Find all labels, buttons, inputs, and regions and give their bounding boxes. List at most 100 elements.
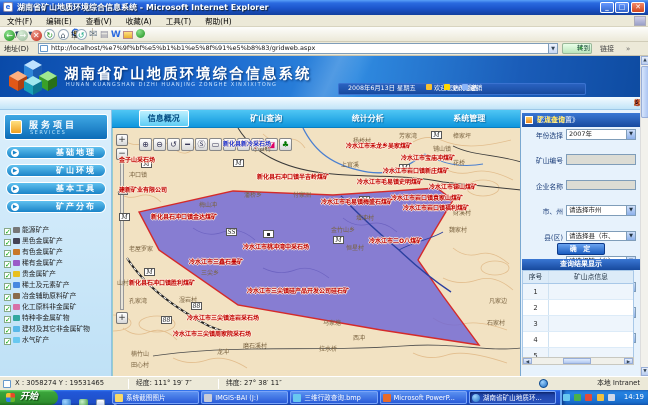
mine-marker[interactable]: SS: [226, 228, 237, 236]
layer-row[interactable]: ✓建材及其它非金属矿物: [4, 317, 110, 327]
start-button[interactable]: 开始: [0, 390, 58, 405]
refresh-button[interactable]: ↻: [44, 28, 55, 41]
nav-tab[interactable]: 系统管理: [445, 111, 493, 126]
logout-link[interactable]: 注销: [458, 84, 474, 94]
back-button[interactable]: ← 后退 ▼: [4, 28, 15, 41]
address-input[interactable]: http://localhost/%e7%9f%bf%e5%b1%b1%e5%8…: [38, 43, 558, 54]
nav-tab[interactable]: 信息概况: [139, 110, 189, 127]
mine-marker[interactable]: M: [144, 268, 155, 276]
map-tool-button[interactable]: ⊕: [139, 138, 152, 151]
forward-button[interactable]: → ▼: [17, 28, 28, 41]
mine-label[interactable]: 冷水江市三鑫石墨矿: [189, 257, 243, 266]
tray-network-icon[interactable]: [563, 394, 570, 401]
sidebar-category-button[interactable]: ▶ 基础地理: [6, 146, 106, 159]
print-button[interactable]: ▤: [100, 28, 109, 41]
dropdown-arrow-icon[interactable]: ▼: [626, 130, 635, 139]
map-tool-button[interactable]: ♣: [279, 138, 292, 151]
mine-label[interactable]: 冷水江市二O八煤矿: [369, 236, 422, 245]
quick-launch-desktop-icon[interactable]: [96, 399, 105, 405]
layer-row[interactable]: ✓水气矿产: [4, 328, 110, 338]
mine-label[interactable]: 新化县新冷采石场: [223, 139, 271, 148]
mine-marker[interactable]: M: [431, 131, 442, 139]
field-control[interactable]: ▼: [566, 180, 636, 191]
scroll-right-arrow[interactable]: ▶: [624, 358, 633, 364]
layer-row[interactable]: ✓有色金属矿产: [4, 240, 110, 250]
table-row[interactable]: 2: [523, 300, 633, 316]
vertical-scroll-thumb[interactable]: [641, 66, 648, 118]
mine-marker[interactable]: 88: [161, 316, 172, 324]
tray-antivirus-icon[interactable]: [574, 394, 581, 401]
folders-button[interactable]: [123, 28, 133, 41]
dropdown-arrow-icon[interactable]: ▼: [626, 206, 635, 215]
layer-row[interactable]: ✓特种非金属矿物: [4, 306, 110, 316]
table-row[interactable]: 1: [523, 284, 633, 300]
mine-label[interactable]: 冷水江市三尖镇硅产品开发公司硅石矿: [247, 286, 349, 295]
confirm-button[interactable]: 确 定: [557, 243, 605, 255]
mine-label[interactable]: 金子山采石场: [119, 155, 155, 164]
minimize-button[interactable]: _: [600, 2, 614, 13]
layer-row[interactable]: ✓化工原料非金属矿: [4, 295, 110, 305]
layer-row[interactable]: ✓稀土及元素矿产: [4, 273, 110, 283]
sidebar-category-button[interactable]: ▶ 基本工具: [6, 182, 106, 195]
history-button[interactable]: ↺: [76, 28, 87, 41]
address-dropdown-button[interactable]: ▼: [548, 43, 558, 54]
mine-label[interactable]: 新化县石冲口镇金达煤矿: [151, 212, 217, 221]
mine-marker[interactable]: M: [119, 213, 130, 221]
mine-label[interactable]: 冷水江市岩口镇福利煤矿: [403, 203, 469, 212]
mine-marker[interactable]: M: [233, 159, 244, 167]
mine-label[interactable]: 冷水江市岩口镇袁家山煤矿: [391, 193, 463, 202]
mine-label[interactable]: 冷水江市岩口镇新庄煤矿: [383, 166, 449, 175]
field-control[interactable]: 请选择县（市、 ▼: [566, 231, 636, 242]
taskbar-task-button[interactable]: 三维行政查询.bmp: [290, 391, 377, 404]
mine-label[interactable]: 冷水江市毛易镇史明煤矿: [357, 177, 423, 186]
map-tool-button[interactable]: Ⓢ: [195, 138, 208, 151]
links-label[interactable]: 链接: [600, 42, 614, 56]
sidebar-category-button[interactable]: ▶ 矿产分布: [6, 200, 106, 213]
field-control[interactable]: ▼: [566, 154, 636, 165]
scroll-up-arrow[interactable]: ▲: [641, 56, 648, 65]
nav-tab[interactable]: 统计分析: [344, 111, 392, 126]
layer-row[interactable]: ✓冶金辅助原料矿产: [4, 284, 110, 294]
zoom-in-bottom-button[interactable]: +: [116, 312, 128, 324]
map-tool-button[interactable]: ▭: [209, 138, 222, 151]
nav-tab[interactable]: 矿山查询: [242, 111, 290, 126]
map-tool-button[interactable]: ⊖: [153, 138, 166, 151]
dropdown-arrow-icon[interactable]: ▼: [626, 232, 635, 241]
taskbar-task-button[interactable]: 湖南省矿山地质环...: [469, 391, 556, 404]
layer-row[interactable]: ✓稀有金属矿产: [4, 251, 110, 261]
tray-display-icon[interactable]: [608, 394, 615, 401]
mine-label[interactable]: 新化县石冲口镇胜利煤矿: [129, 278, 195, 287]
table-row[interactable]: 3: [523, 316, 633, 332]
messenger-button[interactable]: [136, 28, 145, 41]
mine-label[interactable]: 冷水江市锑山煤矿: [429, 182, 477, 191]
mine-label[interactable]: 冷水江市禾龙乡吴家煤矿: [346, 141, 412, 150]
mine-marker[interactable]: ▪: [263, 230, 274, 238]
field-control[interactable]: 2007年 ▼: [566, 129, 636, 140]
tray-security-icon[interactable]: [585, 394, 592, 401]
change-password-link[interactable]: 更改密码: [440, 84, 456, 94]
mine-label[interactable]: 冷水江市三尖镇连岩采石场: [187, 313, 259, 322]
mine-label[interactable]: 冷水江市宝庙冲煤矿: [401, 153, 455, 162]
close-button[interactable]: ✕: [631, 2, 645, 13]
zoom-in-button[interactable]: +: [116, 134, 128, 146]
layer-row[interactable]: ✓贵金属矿产: [4, 262, 110, 272]
map-tool-button[interactable]: ━: [181, 138, 194, 151]
quick-launch-ie-icon[interactable]: [62, 399, 71, 405]
layer-row[interactable]: ✓黑色金属矿产: [4, 229, 110, 239]
mine-label[interactable]: 建新矿业有限公司: [119, 185, 167, 194]
tray-volume-icon[interactable]: [597, 394, 604, 401]
scroll-down-arrow[interactable]: ▼: [641, 367, 648, 376]
taskbar-task-button[interactable]: 系统截图图片: [112, 391, 199, 404]
links-chevron[interactable]: »: [626, 42, 630, 56]
table-row[interactable]: 4: [523, 332, 633, 348]
map-tool-button[interactable]: ↺: [167, 138, 180, 151]
edit-button[interactable]: W: [111, 28, 121, 41]
scroll-thumb[interactable]: [563, 358, 591, 364]
stop-button[interactable]: ✕: [31, 28, 42, 41]
mine-label[interactable]: 冷水江市毛易镇梅盛石煤矿: [321, 197, 393, 206]
home-button[interactable]: ⌂: [58, 28, 69, 41]
quick-launch-messenger-icon[interactable]: [79, 399, 88, 405]
panel-horizontal-scrollbar[interactable]: ◀ ▶: [522, 357, 634, 365]
mine-marker[interactable]: M: [333, 236, 344, 244]
maximize-button[interactable]: □: [615, 2, 629, 13]
